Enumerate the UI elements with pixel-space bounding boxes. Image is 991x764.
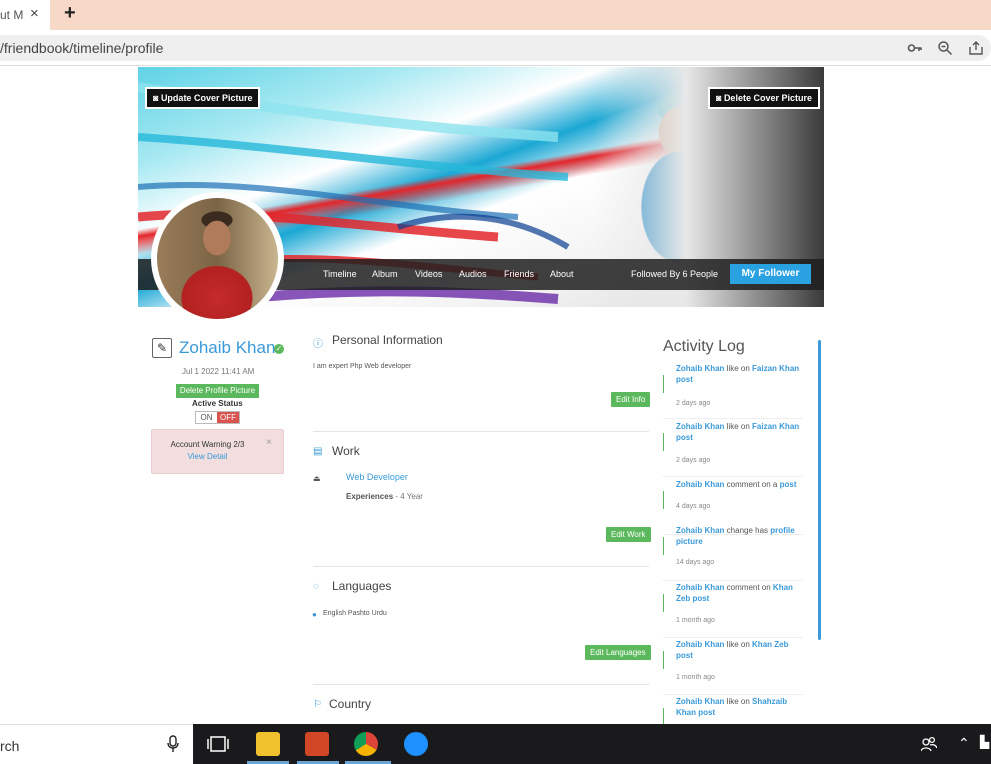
activity-scrollbar[interactable] <box>818 340 821 640</box>
update-cover-button[interactable]: ◙ Update Cover Picture <box>145 87 261 109</box>
my-follower-button[interactable]: My Follower <box>730 264 811 284</box>
activity-marker <box>663 491 664 509</box>
activity-time: 1 month ago <box>676 617 715 624</box>
activity-item[interactable]: Zohaib Khan comment on Khan Zeb post 1 m… <box>663 582 803 638</box>
personal-info-title: Personal Information <box>332 333 443 347</box>
languages-title: Languages <box>332 579 392 593</box>
country-title: Country <box>329 697 372 711</box>
activity-time: 2 days ago <box>676 400 711 407</box>
active-status-toggle[interactable]: ON OFF <box>195 411 240 424</box>
briefcase-icon: ▤ <box>313 446 323 457</box>
tab-album[interactable]: Album <box>372 269 398 279</box>
zoom-icon[interactable] <box>937 40 953 56</box>
activity-marker <box>663 651 664 669</box>
tab-videos[interactable]: Videos <box>415 269 442 279</box>
activity-text: Zohaib Khan change has profile picture <box>676 526 795 546</box>
edit-info-button[interactable]: Edit Info <box>611 392 651 407</box>
close-icon[interactable]: × <box>266 437 272 448</box>
browser-tab[interactable]: ut M × <box>0 0 50 30</box>
url-text: /friendbook/timeline/profile <box>0 40 164 56</box>
activity-marker <box>663 375 664 393</box>
activity-time: 2 days ago <box>676 457 711 464</box>
chevron-up-icon[interactable]: ⌃ <box>958 735 970 752</box>
job-icon: ⏏ <box>313 474 321 483</box>
warning-text: Account Warning 2/3 <box>170 440 245 449</box>
verified-icon: ✓ <box>274 344 284 354</box>
close-icon[interactable]: × <box>30 5 39 22</box>
key-icon[interactable] <box>907 40 923 56</box>
share-icon[interactable] <box>968 40 984 56</box>
experience-line: Experiences - 4 Year <box>346 492 423 501</box>
edit-work-button[interactable]: Edit Work <box>606 527 651 542</box>
join-date: Jul 1 2022 11:41 AM <box>182 367 255 376</box>
edit-languages-button[interactable]: Edit Languages <box>585 645 651 660</box>
taskbar-search[interactable]: rch <box>0 724 193 764</box>
toggle-off[interactable]: OFF <box>217 412 239 423</box>
edge-icon[interactable] <box>404 732 428 756</box>
activity-text: Zohaib Khan like on Faizan Khan post <box>676 422 800 442</box>
camera-icon: ◙ <box>153 93 161 103</box>
tab-friends[interactable]: Friends <box>504 269 534 279</box>
new-tab-button[interactable]: + <box>64 2 76 25</box>
activity-text: Zohaib Khan like on Faizan Khan post <box>676 364 800 384</box>
active-status-label: Active Status <box>192 399 243 408</box>
divider <box>313 566 649 567</box>
divider <box>313 431 649 432</box>
powerpoint-icon[interactable] <box>305 732 329 756</box>
activity-item[interactable]: Zohaib Khan like on Faizan Khan post 2 d… <box>663 363 803 419</box>
delete-cover-button[interactable]: ◙ Delete Cover Picture <box>708 87 820 109</box>
bullet-icon: ● <box>312 610 317 619</box>
followed-by-text: Followed By 6 People <box>631 269 719 279</box>
activity-text: Zohaib Khan comment on Khan Zeb post <box>676 583 793 603</box>
tab-about[interactable]: About <box>550 269 574 279</box>
tab-bar: ut M × + <box>0 0 991 30</box>
delete-profile-picture-button[interactable]: Delete Profile Picture <box>176 384 259 398</box>
search-text: rch <box>0 738 20 754</box>
activity-item[interactable]: Zohaib Khan like on Khan Zeb post 1 mont… <box>663 639 803 695</box>
account-warning: Account Warning 2/3 View Detail × <box>151 429 284 474</box>
activity-item[interactable]: Zohaib Khan like on Shahzaib Khan post <box>663 696 803 726</box>
microphone-icon[interactable] <box>167 735 179 753</box>
activity-item[interactable]: Zohaib Khan change has profile picture 1… <box>663 525 803 581</box>
camera-icon: ◙ <box>716 93 724 103</box>
view-detail-link[interactable]: View Detail <box>152 452 263 461</box>
languages-list: English Pashto Urdu <box>323 610 387 617</box>
network-icon[interactable]: ▙ <box>980 735 989 749</box>
activity-text: Zohaib Khan like on Khan Zeb post <box>676 640 789 660</box>
tab-timeline[interactable]: Timeline <box>323 269 357 279</box>
file-explorer-icon[interactable] <box>256 732 280 756</box>
flag-icon: ⚐ <box>313 699 322 710</box>
profile-name: Zohaib Khan <box>179 338 276 357</box>
activity-log-title: Activity Log <box>663 338 745 355</box>
activity-text: Zohaib Khan like on Shahzaib Khan post <box>676 697 788 717</box>
activity-time: 1 month ago <box>676 674 715 681</box>
tab-audios[interactable]: Audios <box>459 269 487 279</box>
activity-item[interactable]: Zohaib Khan like on Faizan Khan post 2 d… <box>663 421 803 477</box>
tab-title: ut M <box>0 8 24 22</box>
address-bar: /friendbook/timeline/profile <box>0 30 991 66</box>
activity-time: 14 days ago <box>676 559 715 566</box>
work-title: Work <box>332 444 360 458</box>
toggle-on[interactable]: ON <box>196 412 217 423</box>
activity-marker <box>663 537 664 555</box>
info-icon: ⓘ <box>313 339 323 350</box>
avatar[interactable] <box>157 198 278 319</box>
chat-icon: ◌ <box>313 581 319 592</box>
people-icon[interactable] <box>921 735 937 753</box>
personal-info-text: I am expert Php Web developer <box>313 363 412 370</box>
task-view-icon[interactable] <box>206 732 230 756</box>
chrome-icon[interactable] <box>354 732 378 756</box>
activity-marker <box>663 433 664 451</box>
activity-text: Zohaib Khan comment on a post <box>676 480 797 489</box>
edit-icon[interactable]: ✎ <box>152 338 172 358</box>
url-input[interactable]: /friendbook/timeline/profile <box>0 35 991 61</box>
taskbar: rch ⌃ ▙ <box>0 724 991 764</box>
activity-marker <box>663 594 664 612</box>
activity-time: 4 days ago <box>676 503 711 510</box>
job-title: Web Developer <box>346 472 408 482</box>
divider <box>313 684 649 685</box>
